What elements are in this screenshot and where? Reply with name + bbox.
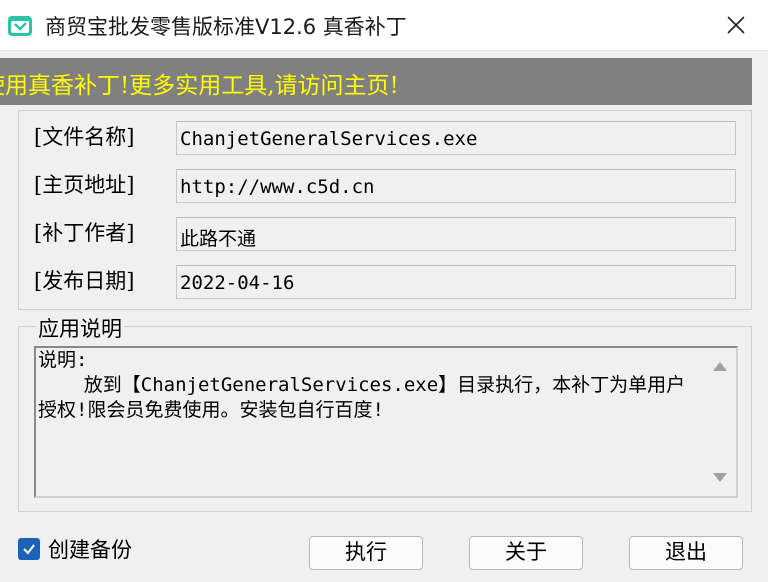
description-legend: 应用说明 <box>36 313 124 343</box>
release-date-field[interactable]: 2022-04-16 <box>176 265 736 299</box>
homepage-label: [主页地址] <box>34 173 135 197</box>
marquee-banner: 使用真香补丁!更多实用工具,请访问主页! <box>0 58 752 105</box>
author-label: [补丁作者] <box>34 221 135 245</box>
close-icon <box>727 16 745 34</box>
homepage-field[interactable]: http://www.c5d.cn <box>176 169 736 203</box>
scroll-up-arrow-icon[interactable] <box>713 362 727 371</box>
exit-button[interactable]: 退出 <box>629 536 743 570</box>
description-text: 说明: 放到【ChanjetGeneralServices.exe】目录执行，本… <box>38 349 686 421</box>
window-title: 商贸宝批发零售版标准V12.6 真香补丁 <box>45 15 407 39</box>
checkbox-checked[interactable] <box>18 538 40 560</box>
checkmark-icon <box>23 544 35 555</box>
release-date-label: [发布日期] <box>34 269 135 293</box>
create-backup-checkbox[interactable]: 创建备份 <box>18 534 132 564</box>
author-field[interactable]: 此路不通 <box>176 217 736 251</box>
about-button[interactable]: 关于 <box>469 536 583 570</box>
create-backup-label: 创建备份 <box>48 538 132 562</box>
execute-button[interactable]: 执行 <box>309 536 423 570</box>
file-name-field[interactable]: ChanjetGeneralServices.exe <box>176 121 736 155</box>
close-button[interactable] <box>704 0 768 50</box>
title-bar: 商贸宝批发零售版标准V12.6 真香补丁 <box>0 0 768 51</box>
vertical-scrollbar[interactable] <box>704 348 736 496</box>
scroll-down-arrow-icon[interactable] <box>713 473 727 482</box>
description-textarea[interactable]: 说明: 放到【ChanjetGeneralServices.exe】目录执行，本… <box>34 346 738 498</box>
banner-text: 使用真香补丁!更多实用工具,请访问主页! <box>0 73 399 99</box>
app-logo-icon <box>8 16 32 36</box>
file-name-label: [文件名称] <box>34 125 135 149</box>
